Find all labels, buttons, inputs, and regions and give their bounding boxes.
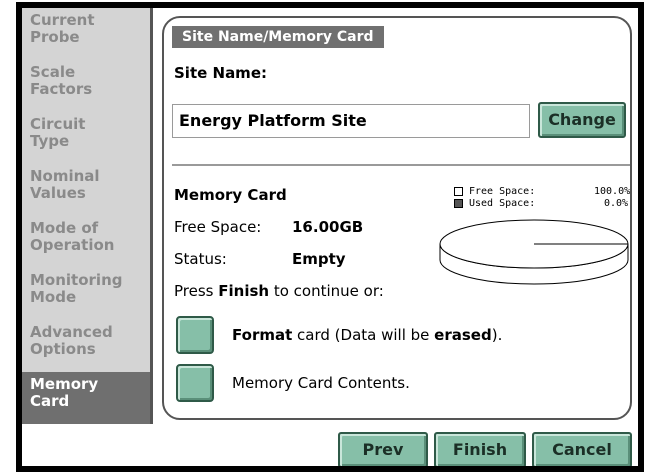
sidebar-item-label: Advanced Options (30, 323, 113, 358)
format-mid: card (Data will be (292, 326, 435, 344)
sidebar-item-label: Current Probe (30, 11, 95, 46)
legend-used-value: 0.0% (604, 198, 629, 209)
prev-button[interactable]: Prev (338, 432, 428, 466)
legend-free-value: 100.0% (594, 186, 631, 197)
format-card-label: Format card (Data will be erased). (232, 326, 502, 344)
instruction-post: to continue or: (269, 282, 384, 300)
site-memory-panel: Site Name/Memory Card Site Name: Energy … (162, 16, 632, 420)
sidebar-item-label: Mode of Operation (30, 219, 115, 254)
format-erased: erased (434, 326, 492, 344)
memory-card-contents-button[interactable] (176, 364, 214, 402)
legend-used-swatch (454, 198, 463, 208)
legend-used: Used Space: (454, 198, 535, 209)
section-divider (172, 164, 630, 166)
panel-title: Site Name/Memory Card (172, 26, 384, 48)
sidebar-item-nominal-values[interactable]: Nominal Values (22, 164, 150, 216)
sidebar-item-scale-factors[interactable]: Scale Factors (22, 60, 150, 112)
format-post: ). (491, 326, 503, 344)
instruction-finish: Finish (218, 282, 270, 300)
sidebar-item-label: Nominal Values (30, 167, 100, 202)
sidebar-item-mode-of-operation[interactable]: Mode of Operation (22, 216, 150, 268)
legend-used-label: Used Space: (469, 198, 536, 209)
cancel-button[interactable]: Cancel (532, 432, 632, 466)
sidebar-item-memory-card[interactable]: Memory Card (22, 372, 150, 424)
site-name-field[interactable]: Energy Platform Site (172, 104, 530, 138)
status-label: Status: (174, 250, 227, 268)
sidebar-item-label: Scale Factors (30, 63, 93, 98)
free-space-value: 16.00GB (292, 218, 364, 236)
sidebar-item-circuit-type[interactable]: Circuit Type (22, 112, 150, 164)
format-bold: Format (232, 326, 293, 344)
memory-card-heading: Memory Card (174, 186, 287, 204)
sidebar-item-monitoring-mode[interactable]: Monitoring Mode (22, 268, 150, 320)
status-value: Empty (292, 250, 346, 268)
sidebar-item-label: Monitoring Mode (30, 271, 123, 306)
device-screen: Current Probe Scale Factors Circuit Type… (22, 8, 638, 466)
format-card-button[interactable] (176, 316, 214, 354)
footer-bar: Prev Finish Cancel (22, 424, 638, 466)
sidebar-item-current-probe[interactable]: Current Probe (22, 8, 150, 60)
change-button[interactable]: Change (538, 102, 626, 138)
legend-free: Free Space: (454, 186, 535, 197)
site-name-label: Site Name: (174, 64, 267, 82)
instruction-pre: Press (174, 282, 219, 300)
legend-free-swatch (454, 186, 463, 196)
legend-free-label: Free Space: (469, 186, 536, 197)
sidebar-item-label: Memory Card (30, 375, 99, 410)
free-space-label: Free Space: (174, 218, 262, 236)
memory-usage-pie-chart (439, 219, 629, 285)
finish-button[interactable]: Finish (434, 432, 526, 466)
sidebar-item-label: Circuit Type (30, 115, 86, 150)
instruction-text: Press Finish to continue or: (174, 282, 384, 300)
sidebar: Current Probe Scale Factors Circuit Type… (22, 8, 153, 424)
sidebar-item-advanced-options[interactable]: Advanced Options (22, 320, 150, 372)
memory-card-contents-label: Memory Card Contents. (232, 374, 410, 392)
